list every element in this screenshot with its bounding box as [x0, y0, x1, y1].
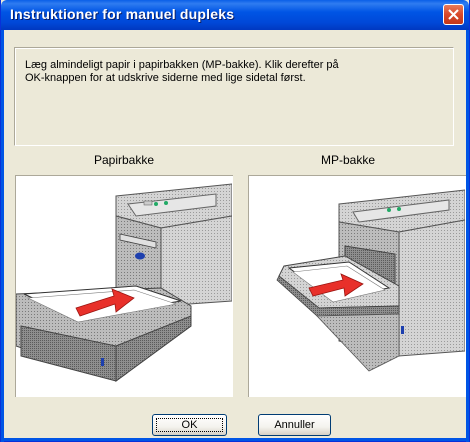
window-title: Instruktioner for manuel dupleks — [10, 6, 235, 22]
mp-tray-illustration — [248, 175, 466, 397]
instruction-box: Læg almindeligt papir i papirbakken (MP-… — [14, 47, 454, 146]
paper-tray-illustration — [15, 175, 233, 397]
window-border-left — [1, 30, 4, 442]
window-border-right — [466, 30, 469, 442]
close-icon — [448, 9, 459, 20]
paper-tray-label: Papirbakke — [93, 153, 155, 167]
printer-paper-tray-image — [15, 183, 233, 382]
cancel-button[interactable]: Annuller — [258, 414, 331, 436]
dialog-window: Instruktioner for manuel dupleks Læg alm… — [0, 0, 470, 442]
title-bar[interactable]: Instruktioner for manuel dupleks — [1, 0, 469, 30]
mp-tray-label: MP-bakke — [320, 153, 376, 167]
printer-mp-tray-image — [276, 189, 466, 372]
ok-button[interactable]: OK — [152, 414, 227, 436]
window-border-bottom — [1, 438, 469, 441]
close-button[interactable] — [443, 4, 464, 25]
instruction-text: Læg almindeligt papir i papirbakken (MP-… — [25, 59, 339, 84]
